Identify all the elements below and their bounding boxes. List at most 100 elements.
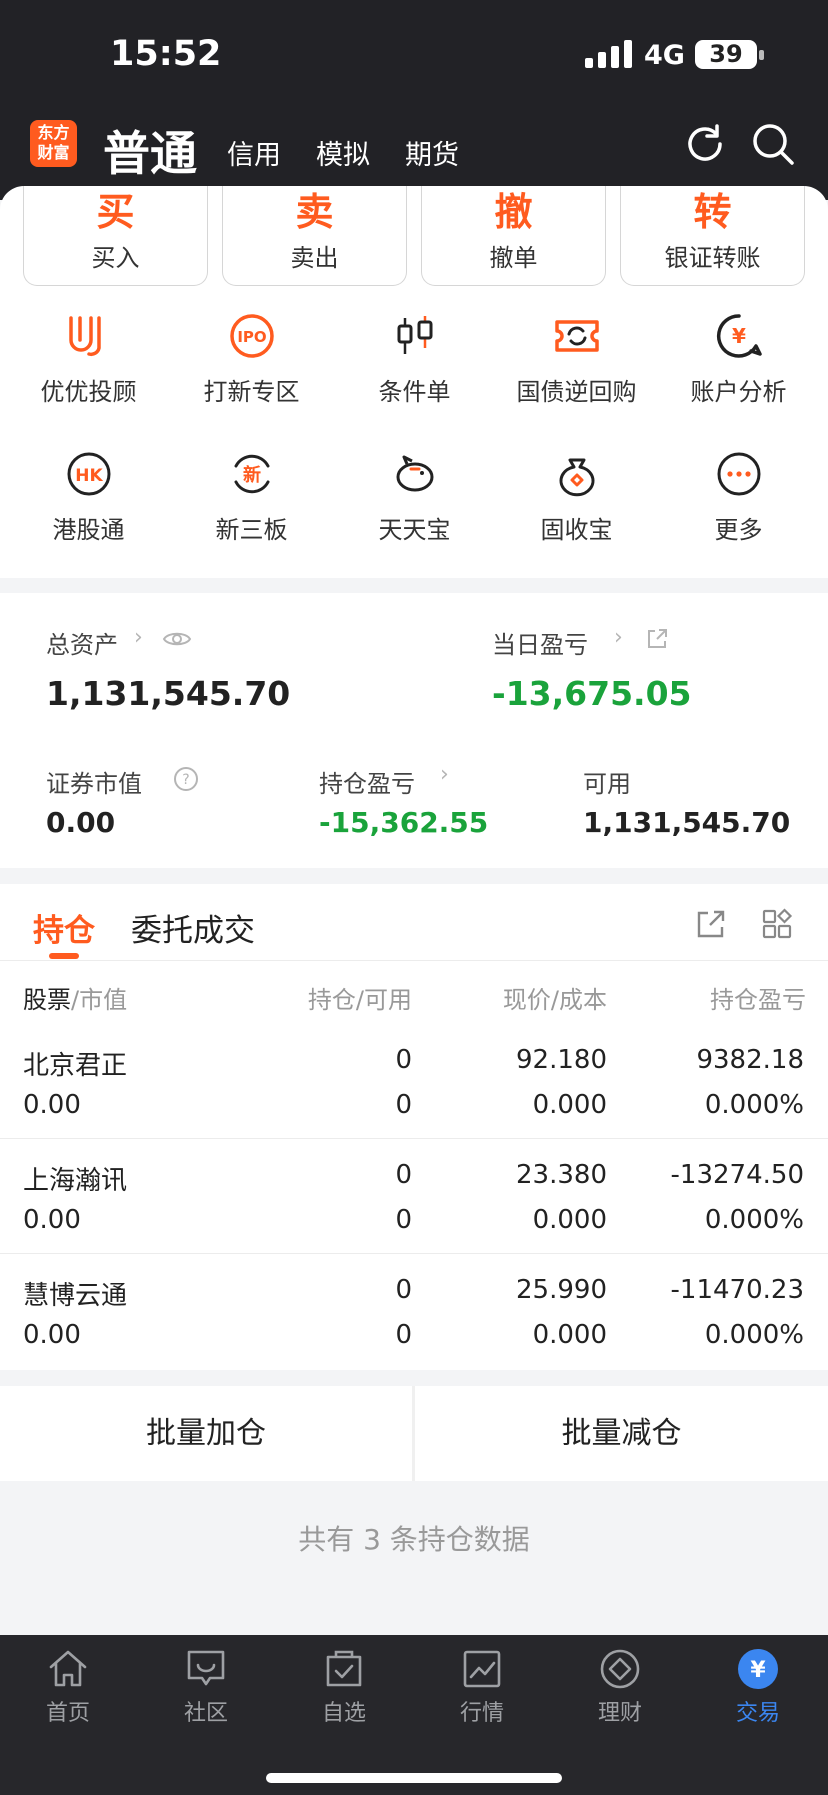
nav-watchlist[interactable]: 自选: [289, 1647, 399, 1727]
batch-reduce-button[interactable]: 批量减仓: [415, 1386, 828, 1481]
watchlist-icon: [326, 1650, 362, 1687]
hk-icon-text: HK: [75, 466, 103, 486]
help-icon[interactable]: ?: [173, 766, 199, 792]
stock-name: 慧博云通: [23, 1281, 128, 1311]
chevron-right-icon: ›: [440, 762, 449, 787]
feature-label: 固收宝: [540, 516, 613, 544]
transfer-glyph: 转: [693, 190, 732, 234]
home-icon: [49, 1650, 87, 1687]
tab-simulated[interactable]: 模拟: [316, 133, 370, 172]
tab-positions[interactable]: 持仓: [33, 905, 95, 950]
feature-account-analysis[interactable]: ¥ 账户分析: [657, 312, 820, 407]
stock-name: 上海瀚讯: [23, 1166, 128, 1196]
grid-layout-icon[interactable]: [761, 908, 793, 940]
search-icon[interactable]: [751, 122, 795, 166]
nav-wealth[interactable]: 理财: [565, 1647, 675, 1727]
cancel-order-button[interactable]: 撤 撤单: [421, 186, 606, 286]
stock-holding: 0: [395, 1045, 412, 1075]
transfer-label: 银证转账: [664, 244, 761, 272]
buy-label: 买入: [91, 244, 140, 272]
account-analysis-icon: ¥: [716, 314, 762, 358]
feature-neeq[interactable]: 新 新三板: [170, 450, 333, 545]
stock-name: 北京君正: [23, 1051, 128, 1081]
feature-label: 打新专区: [203, 378, 300, 406]
battery-cap: [759, 50, 764, 60]
nav-home[interactable]: 首页: [13, 1647, 123, 1727]
positions-count-note: 共有 3 条持仓数据: [298, 1523, 530, 1556]
tab-orders-trades[interactable]: 委托成交: [131, 905, 255, 950]
share-icon[interactable]: [695, 908, 727, 940]
stock-market-value: 0.00: [23, 1090, 81, 1120]
buy-glyph: 买: [96, 190, 135, 234]
sell-label: 卖出: [290, 244, 339, 272]
stock-cost: 0.000: [532, 1090, 607, 1120]
holding-pl-label[interactable]: 持仓盈亏: [319, 764, 415, 799]
tab-credit[interactable]: 信用: [227, 133, 281, 172]
ipo-icon-text: IPO: [237, 328, 266, 346]
sell-button[interactable]: 卖 卖出: [222, 186, 407, 286]
ipo-icon: IPO: [229, 314, 274, 358]
feature-more[interactable]: 更多: [657, 450, 820, 545]
yen-icon: ¥: [738, 1649, 778, 1689]
stock-price: 25.990: [516, 1275, 607, 1305]
feature-gushoubao[interactable]: 固收宝: [495, 450, 658, 545]
batch-add-button[interactable]: 批量加仓: [0, 1386, 412, 1481]
col-header-price: 现价/成本: [502, 986, 607, 1014]
feature-label: 港股通: [52, 516, 125, 544]
sell-glyph: 卖: [295, 190, 334, 234]
app-logo[interactable]: 东方财富: [30, 120, 77, 167]
stock-pl: -11470.23: [670, 1275, 804, 1305]
chevron-right-icon: ›: [614, 625, 623, 650]
home-indicator[interactable]: [266, 1773, 562, 1783]
cancel-glyph: 撤: [494, 190, 533, 234]
col-header-cost: 成本: [559, 986, 607, 1014]
nav-trade[interactable]: ¥ 交易: [703, 1647, 813, 1727]
new-board-icon: 新: [234, 454, 269, 494]
buy-button[interactable]: 买 买入: [23, 186, 208, 286]
hk-icon: HK: [67, 452, 110, 496]
refresh-icon[interactable]: [683, 122, 727, 166]
stock-pl-pct: 0.000%: [704, 1320, 804, 1350]
total-assets-label[interactable]: 总资产: [46, 625, 118, 660]
stock-market-value: 0.00: [23, 1205, 81, 1235]
market-value-label: 证券市值: [46, 770, 142, 798]
chart-icon: [463, 1650, 501, 1688]
tab-futures[interactable]: 期货: [405, 133, 459, 172]
col-header-holding: 持仓/可用: [307, 986, 412, 1014]
network-label: 4G: [644, 40, 685, 71]
col-header-hold: 持仓: [307, 986, 356, 1014]
more-icon: [717, 452, 760, 496]
share-link-icon[interactable]: [645, 627, 669, 651]
nav-label: 行情: [459, 1701, 504, 1726]
eye-icon[interactable]: [162, 628, 192, 650]
daily-pl-label[interactable]: 当日盈亏: [492, 625, 588, 660]
feature-label: 天天宝: [378, 516, 451, 544]
stock-price: 92.180: [516, 1045, 607, 1075]
feature-advisor[interactable]: 优优投顾: [7, 312, 170, 407]
stock-holding: 0: [395, 1160, 412, 1190]
stock-cost: 0.000: [532, 1320, 607, 1350]
col-header-current-price: 现价: [502, 986, 551, 1014]
svg-text:?: ?: [182, 772, 189, 788]
nav-label: 交易: [735, 1701, 780, 1726]
feature-ipo[interactable]: IPO 打新专区: [170, 312, 333, 407]
available-label: 可用: [583, 770, 631, 798]
market-value-value: 0.00: [46, 806, 116, 839]
nav-community[interactable]: 社区: [151, 1647, 261, 1727]
active-tab-indicator: [49, 953, 79, 959]
candlestick-icon: [397, 316, 432, 354]
feature-conditional-order[interactable]: 条件单: [333, 312, 496, 407]
nav-label: 理财: [597, 1701, 642, 1726]
feature-tiantianbao[interactable]: 天天宝: [333, 450, 496, 545]
chevron-right-icon: ›: [134, 625, 143, 650]
stock-pl-pct: 0.000%: [704, 1205, 804, 1235]
chat-icon: [187, 1650, 225, 1686]
available-value: 1,131,545.70: [583, 806, 791, 839]
feature-reverse-repo[interactable]: 国债逆回购: [495, 312, 658, 407]
feature-hk-connect[interactable]: HK 港股通: [7, 450, 170, 545]
bank-transfer-button[interactable]: 转 银证转账: [620, 186, 805, 286]
stock-available: 0: [395, 1205, 412, 1235]
status-time: 15:52: [110, 34, 222, 74]
tab-normal-account[interactable]: 普通: [103, 115, 197, 184]
nav-market[interactable]: 行情: [427, 1647, 537, 1727]
